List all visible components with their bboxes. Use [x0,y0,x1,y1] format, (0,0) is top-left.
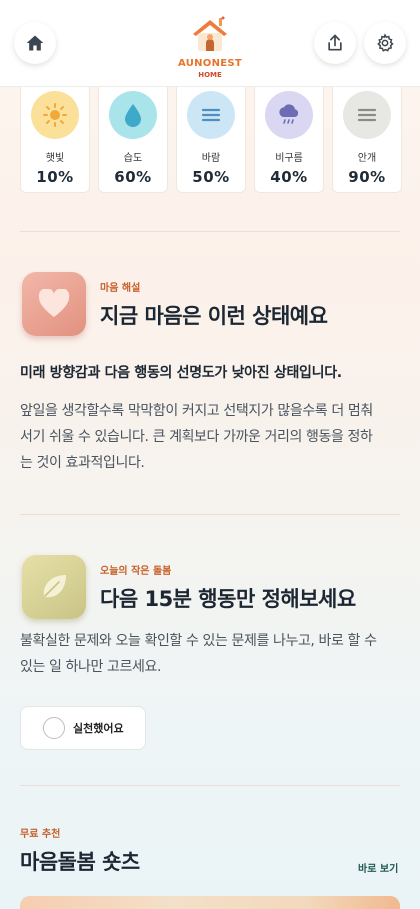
weather-value: 10% [36,168,74,186]
mind-body-line: 서기 쉬울 수 있습니다. 큰 계획보다 가까운 거리의 행동을 정하 [20,429,373,445]
logo-subtitle: HOME [198,71,222,79]
shorts-eyebrow: 무료 추천 [20,829,61,840]
practiced-label: 실천했어요 [73,722,124,735]
heart-icon [38,289,70,317]
share-button[interactable] [314,22,356,64]
rain-cloud-icon [279,104,299,124]
section-divider [20,514,400,515]
weather-card-humidity[interactable]: 습도 60% [98,87,168,193]
care-body-line: 불확실한 문제와 오늘 확인할 수 있는 문제를 나누고, 바로 할 수 [20,633,377,649]
water-drop-icon-badge [109,91,157,139]
leaf-icon [43,575,66,598]
fog-icon-badge [343,91,391,139]
weather-label: 비구름 [275,153,303,164]
care-title: 다음 15분 행동만 정해보세요 [100,587,356,611]
care-eyebrow: 오늘의 작은 돌봄 [100,566,172,577]
home-button[interactable] [14,22,56,64]
care-body: 불확실한 문제와 오늘 확인할 수 있는 문제를 나누고, 바로 할 수 있는 … [20,628,402,680]
weather-value: 90% [348,168,386,186]
weather-card-fog[interactable]: 안개 90% [332,87,402,193]
weather-label: 안개 [357,153,377,164]
fog-icon [357,108,377,122]
settings-button[interactable] [364,22,406,64]
leaf-icon-tile [22,555,86,619]
weather-value: 50% [192,168,230,186]
mind-lead: 미래 방향감과 다음 행동의 선명도가 낮아진 상태입니다. [20,365,342,381]
weather-label: 햇빛 [45,153,65,164]
sun-icon-badge [31,91,79,139]
weather-card-rain-cloud[interactable]: 비구름 40% [254,87,324,193]
mind-eyebrow: 마음 해설 [100,283,141,294]
rain-cloud-icon-badge [265,91,313,139]
weather-value: 40% [270,168,308,186]
care-body-line: 있는 일 하나만 고르세요. [20,659,162,675]
mind-title: 지금 마음은 이런 상태예요 [100,304,328,328]
wind-icon [201,108,221,122]
mind-body: 앞일을 생각할수록 막막함이 커지고 선택지가 많을수록 더 멈춰 서기 쉬울 … [20,398,402,476]
section-divider [20,231,400,232]
shorts-card[interactable] [20,896,400,909]
section-divider [20,785,400,786]
checkbox-circle-icon [43,717,65,739]
gear-icon [377,33,394,52]
home-icon [26,35,44,51]
logo-title: AUNONEST [177,58,243,69]
mind-body-line: 앞일을 생각할수록 막막함이 커지고 선택지가 많을수록 더 멈춰 [20,403,373,419]
weather-value: 60% [114,168,152,186]
see-all-link[interactable]: 바로 보기 [358,860,398,875]
heart-icon-tile [22,272,86,336]
wind-icon-badge [187,91,235,139]
weather-card-wind[interactable]: 바람 50% [176,87,246,193]
shorts-title: 마음돌봄 숏츠 [20,850,140,874]
weather-card-sunlight[interactable]: 햇빛 10% [20,87,90,193]
mind-body-line: 는 것이 효과적입니다. [20,455,145,471]
weather-label: 바람 [201,153,221,164]
house-logo-icon [193,16,227,51]
weather-label: 습도 [123,153,143,164]
sun-icon [43,103,67,127]
water-drop-icon [125,104,141,127]
weather-stats-row: 햇빛 10% 습도 60% 바람 50% 비구름 40% 안개 90% [20,87,402,193]
practiced-button[interactable]: 실천했어요 [20,706,146,750]
share-icon [328,34,342,51]
app-header: AUNONEST HOME [0,0,420,87]
app-logo[interactable]: AUNONEST HOME [170,14,250,79]
